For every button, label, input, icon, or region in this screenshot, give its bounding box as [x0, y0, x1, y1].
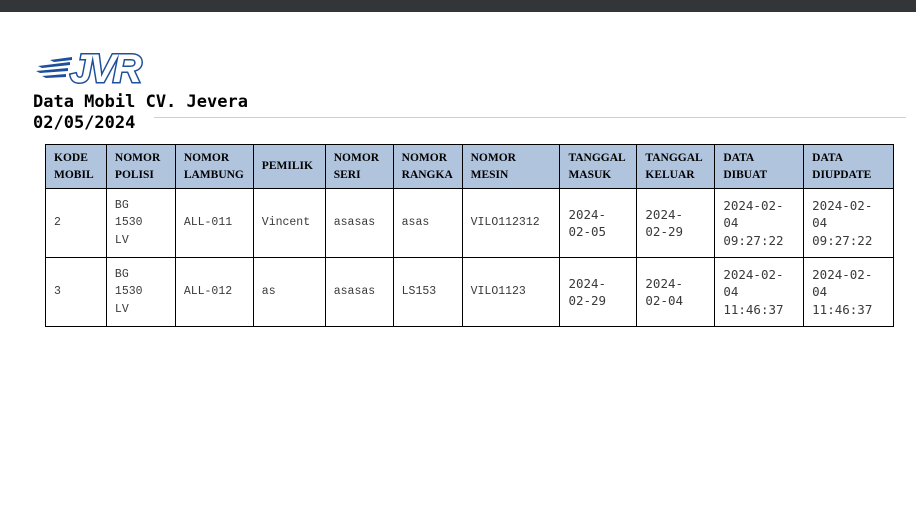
table-row: 2 BG 1530 LV ALL-011 Vincent asasas asas V… — [45, 188, 894, 258]
cell-lambung: ALL-012 — [174, 257, 254, 327]
header-row: KODE MOBIL NOMOR POLISI NOMOR LAMBUNG PEMIL… — [45, 144, 894, 189]
report-title: Data Mobil CV. Jevera — [33, 92, 248, 112]
cell-diupdate: 2024-02- 04 09:27:22 — [803, 188, 894, 258]
cell-dibuat: 2024-02- 04 11:46:37 — [714, 257, 805, 327]
report-header: Data Mobil CV. Jevera 02/05/2024 — [33, 92, 248, 134]
cell-kode: 3 — [45, 257, 107, 327]
col-data-diupdate: DATA DIUPDATE — [803, 144, 894, 189]
cell-dibuat: 2024-02- 04 09:27:22 — [714, 188, 805, 258]
jvr-logo: JVR — [36, 46, 146, 88]
cell-mesin: VILO1123 — [461, 257, 561, 327]
cell-seri: asasas — [324, 257, 394, 327]
col-pemilik: PEMILIK — [252, 144, 326, 189]
table-body: 2 BG 1530 LV ALL-011 Vincent asasas asas V… — [45, 188, 894, 327]
cars-table: KODE MOBIL NOMOR POLISI NOMOR LAMBUNG PEMIL… — [45, 144, 894, 327]
cell-pemilik: as — [252, 257, 326, 327]
col-tanggal-keluar: TANGGAL KELUAR — [636, 144, 716, 189]
cell-polisi: BG 1530 LV — [105, 257, 176, 327]
cell-rangka: LS153 — [392, 257, 463, 327]
table-header: KODE MOBIL NOMOR POLISI NOMOR LAMBUNG PEMIL… — [45, 144, 894, 189]
header-divider — [154, 117, 906, 118]
table-row: 3 BG 1530 LV ALL-012 as asasas LS153 VILO1… — [45, 257, 894, 327]
col-nomor-seri: NOMOR SERI — [324, 144, 394, 189]
cell-lambung: ALL-011 — [174, 188, 254, 258]
cell-seri: asasas — [324, 188, 394, 258]
col-data-dibuat: DATA DIBUAT — [714, 144, 805, 189]
cell-masuk: 2024- 02-05 — [559, 188, 638, 258]
col-kode-mobil: KODE MOBIL — [45, 144, 107, 189]
logo-text: JVR — [70, 47, 142, 88]
cell-mesin: VILO112312 — [461, 188, 561, 258]
cell-pemilik: Vincent — [252, 188, 326, 258]
cell-polisi: BG 1530 LV — [105, 188, 176, 258]
cell-kode: 2 — [45, 188, 107, 258]
col-nomor-polisi: NOMOR POLISI — [105, 144, 176, 189]
report-page: JVR Data Mobil CV. Jevera 02/05/2024 KOD… — [0, 12, 916, 520]
col-tanggal-masuk: TANGGAL MASUK — [559, 144, 638, 189]
cell-diupdate: 2024-02- 04 11:46:37 — [803, 257, 894, 327]
col-nomor-mesin: NOMOR MESIN — [461, 144, 561, 189]
col-nomor-rangka: NOMOR RANGKA — [392, 144, 463, 189]
browser-top-bar — [0, 0, 916, 12]
cell-keluar: 2024- 02-29 — [636, 188, 716, 258]
col-nomor-lambung: NOMOR LAMBUNG — [174, 144, 254, 189]
cell-masuk: 2024- 02-29 — [559, 257, 638, 327]
cell-keluar: 2024- 02-04 — [636, 257, 716, 327]
cell-rangka: asas — [392, 188, 463, 258]
